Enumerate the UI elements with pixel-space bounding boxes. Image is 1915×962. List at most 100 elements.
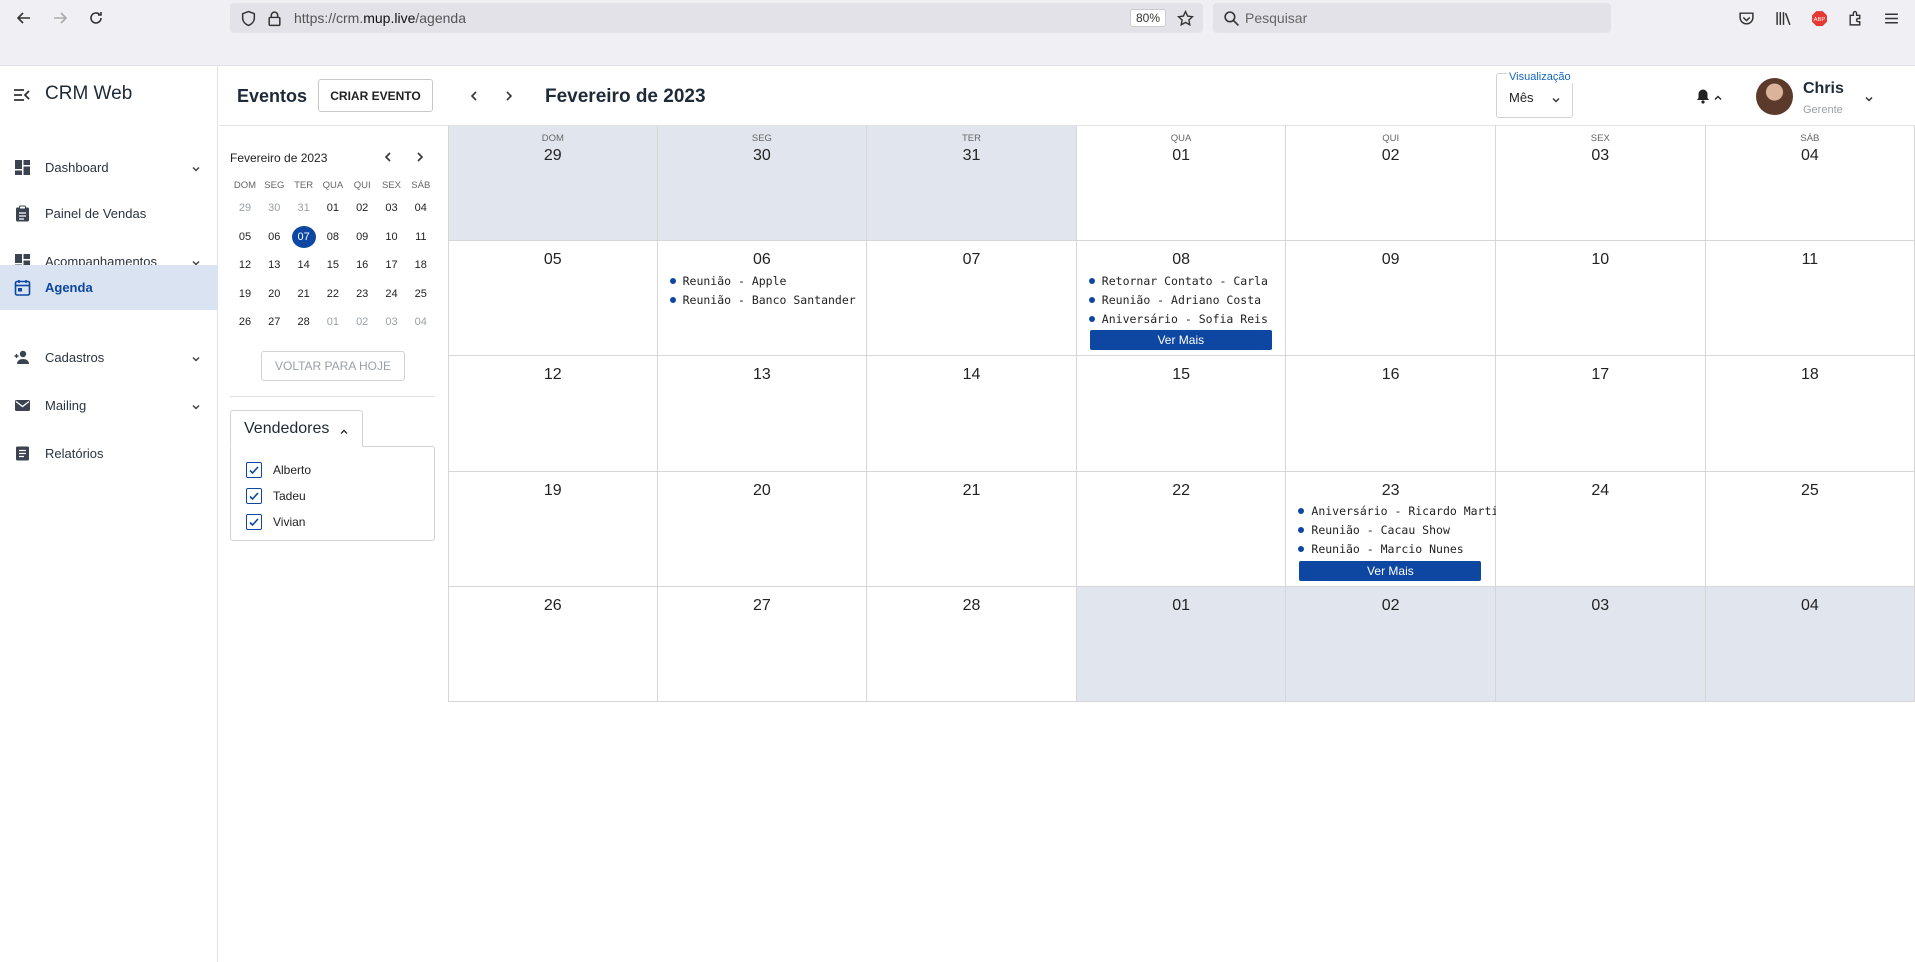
- event-item[interactable]: Aniversário - Sofia Reis: [1088, 309, 1282, 328]
- sidebar-item-painel-de-vendas[interactable]: Painel de Vendas: [0, 191, 218, 236]
- mini-day[interactable]: 03: [380, 197, 404, 219]
- search-input[interactable]: Pesquisar: [1213, 3, 1611, 33]
- mini-day[interactable]: 18: [409, 254, 433, 276]
- calendar-day-cell[interactable]: 24: [1496, 471, 1706, 587]
- mini-day-selected[interactable]: 07: [291, 225, 316, 248]
- star-icon[interactable]: [1175, 8, 1195, 28]
- mini-day[interactable]: 22: [321, 283, 345, 305]
- check-icon[interactable]: [246, 488, 262, 504]
- calendar-day-cell[interactable]: 23 Aniversário - Ricardo Martins Reunião -…: [1286, 471, 1512, 587]
- mini-day[interactable]: 08: [321, 226, 345, 248]
- calendar-day-cell[interactable]: 17: [1496, 356, 1706, 472]
- calendar-day-cell[interactable]: 10: [1496, 241, 1706, 357]
- menu-icon[interactable]: [1881, 8, 1901, 28]
- next-month-button[interactable]: [499, 86, 519, 106]
- mini-day[interactable]: 01: [321, 311, 345, 333]
- calendar-day-cell[interactable]: 02: [1286, 586, 1496, 702]
- calendar-day-cell[interactable]: 15: [1076, 356, 1287, 472]
- calendar-day-cell[interactable]: 04: [1705, 586, 1915, 702]
- calendar-day-cell[interactable]: 03: [1496, 586, 1706, 702]
- mini-day[interactable]: 29: [233, 197, 257, 219]
- mini-day[interactable]: 27: [262, 311, 286, 333]
- calendar-day-cell[interactable]: 18: [1705, 356, 1915, 472]
- mini-prev-button[interactable]: [382, 150, 396, 164]
- mini-day[interactable]: 24: [380, 283, 404, 305]
- calendar-day-cell[interactable]: SEG 30: [657, 126, 868, 242]
- sidebar-item-relatorios[interactable]: Relatórios: [0, 431, 218, 476]
- calendar-day-cell[interactable]: 06 Reunião - Apple Reunião - Banco Santand…: [657, 241, 868, 357]
- sidebar-item-agenda[interactable]: Agenda: [0, 265, 218, 310]
- calendar-day-cell[interactable]: 27: [657, 586, 868, 702]
- sidebar-item-cadastros[interactable]: Cadastros: [0, 335, 218, 380]
- mini-day[interactable]: 02: [350, 197, 374, 219]
- view-select[interactable]: Visualização Mês: [1496, 71, 1573, 118]
- mini-day[interactable]: 14: [292, 254, 316, 276]
- event-item[interactable]: Reunião - Marcio Nunes: [1298, 540, 1491, 559]
- back-icon[interactable]: [10, 6, 38, 30]
- calendar-day-cell[interactable]: 22: [1076, 471, 1287, 587]
- library-icon[interactable]: [1773, 8, 1793, 28]
- event-item[interactable]: Aniversário - Ricardo Martins: [1298, 502, 1512, 521]
- sellers-toggle[interactable]: Vendedores: [230, 410, 363, 447]
- calendar-day-cell[interactable]: TER 31: [867, 126, 1077, 242]
- sidebar-item-mailing[interactable]: Mailing: [0, 383, 218, 428]
- mini-day[interactable]: 03: [380, 311, 404, 333]
- calendar-day-cell[interactable]: 05: [448, 241, 658, 357]
- pocket-icon[interactable]: [1736, 8, 1756, 28]
- event-item[interactable]: Reunião - Adriano Costa: [1088, 290, 1282, 309]
- calendar-day-cell[interactable]: 16: [1286, 356, 1496, 472]
- adblock-icon[interactable]: ABP: [1809, 8, 1829, 28]
- check-icon[interactable]: [246, 514, 262, 530]
- calendar-day-cell[interactable]: 19: [448, 471, 658, 587]
- mini-day[interactable]: 30: [262, 197, 286, 219]
- back-to-today-button[interactable]: VOLTAR PARA HOJE: [261, 351, 405, 381]
- mini-day[interactable]: 04: [409, 311, 433, 333]
- calendar-day-cell[interactable]: 28: [867, 586, 1077, 702]
- calendar-day-cell[interactable]: 25: [1705, 471, 1915, 587]
- calendar-day-cell[interactable]: 20: [657, 471, 868, 587]
- calendar-day-cell[interactable]: 01: [1076, 586, 1287, 702]
- mini-next-button[interactable]: [414, 150, 428, 164]
- calendar-day-cell[interactable]: 07: [867, 241, 1077, 357]
- mini-day[interactable]: 02: [350, 311, 374, 333]
- mini-day[interactable]: 23: [350, 283, 374, 305]
- mini-day[interactable]: 28: [292, 311, 316, 333]
- seller-checkbox-vivian[interactable]: Vivian: [246, 513, 305, 531]
- mini-day[interactable]: 12: [233, 254, 257, 276]
- bell-icon[interactable]: [1695, 88, 1711, 104]
- zoom-level[interactable]: 80%: [1129, 9, 1166, 27]
- chevron-down-icon[interactable]: [1863, 92, 1875, 104]
- calendar-day-cell[interactable]: 21: [867, 471, 1077, 587]
- menu-collapse-icon[interactable]: [12, 86, 32, 104]
- check-icon[interactable]: [246, 462, 262, 478]
- mini-day[interactable]: 13: [262, 254, 286, 276]
- mini-day[interactable]: 04: [409, 197, 433, 219]
- seller-checkbox-tadeu[interactable]: Tadeu: [246, 487, 306, 505]
- mini-day[interactable]: 01: [321, 197, 345, 219]
- forward-icon[interactable]: [46, 6, 74, 30]
- calendar-day-cell[interactable]: QUI 02: [1286, 126, 1496, 242]
- event-item[interactable]: Reunião - Banco Santander: [669, 290, 863, 309]
- see-more-button[interactable]: Ver Mais: [1089, 330, 1272, 351]
- avatar[interactable]: [1756, 78, 1793, 115]
- lock-icon[interactable]: [264, 8, 284, 28]
- calendar-day-cell[interactable]: 09: [1286, 241, 1496, 357]
- calendar-day-cell[interactable]: 12: [448, 356, 658, 472]
- mini-day[interactable]: 16: [350, 254, 374, 276]
- url-bar[interactable]: https://crm.mup.live/agenda 80%: [230, 3, 1203, 33]
- mini-day[interactable]: 17: [380, 254, 404, 276]
- calendar-day-cell[interactable]: 13: [657, 356, 868, 472]
- mini-day[interactable]: 19: [233, 283, 257, 305]
- sidebar-item-dashboard[interactable]: Dashboard: [0, 145, 218, 190]
- calendar-day-cell[interactable]: SEX 03: [1496, 126, 1706, 242]
- mini-day[interactable]: 05: [233, 226, 257, 248]
- calendar-day-cell[interactable]: QUA 01: [1076, 126, 1287, 242]
- extensions-icon[interactable]: [1845, 8, 1865, 28]
- mini-day[interactable]: 10: [380, 226, 404, 248]
- mini-day[interactable]: 15: [321, 254, 345, 276]
- calendar-day-cell[interactable]: 08 Retornar Contato - Carla Reunião - Adri…: [1076, 241, 1287, 357]
- reload-icon[interactable]: [82, 6, 110, 30]
- calendar-day-cell[interactable]: 11: [1705, 241, 1915, 357]
- mini-day[interactable]: 21: [292, 283, 316, 305]
- see-more-button[interactable]: Ver Mais: [1299, 560, 1482, 581]
